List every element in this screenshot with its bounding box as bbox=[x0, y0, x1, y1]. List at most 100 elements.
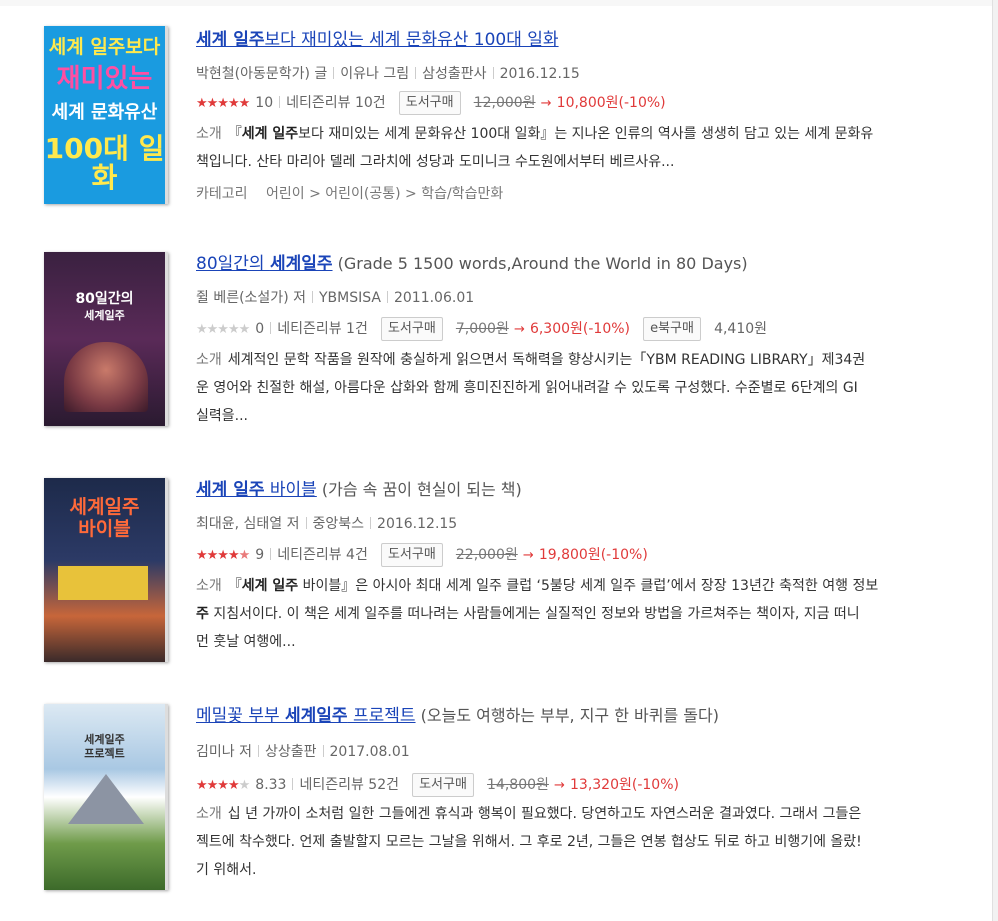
desc-label: 소개 bbox=[196, 806, 222, 822]
title-rest: 메밀꽃 부부 bbox=[196, 706, 286, 726]
publisher[interactable]: 중앙북스 bbox=[313, 516, 365, 532]
desc-label: 소개 bbox=[196, 578, 222, 594]
author[interactable]: 최대윤, 심태열 저 bbox=[196, 516, 300, 532]
book-subtitle: (오늘도 여행하는 부부, 지구 한 바퀴를 돌다) bbox=[420, 706, 719, 725]
buy-ebook-button[interactable]: e북구매 bbox=[643, 316, 701, 341]
cover-text: 80일간의 bbox=[75, 291, 134, 307]
book-meta: 쥘 베른(소설가) 저 YBMSISA 2011.06.01 bbox=[196, 286, 474, 310]
illustrator[interactable]: 이유나 그림 bbox=[340, 66, 409, 82]
desc-text: 기 위해서. bbox=[196, 862, 257, 878]
book-description: 소개 『세계 일주보다 재미있는 세계 문화유산 100대 일화』는 지나온 인류… bbox=[196, 120, 873, 176]
cover-text: 프로젝트 bbox=[84, 747, 125, 760]
review-count[interactable]: 네티즌리뷰 4건 bbox=[277, 547, 368, 563]
title-keyword: 세계 일주 bbox=[196, 30, 265, 50]
book-subtitle: (Grade 5 1500 words,Around the World in … bbox=[337, 254, 748, 273]
sale-price: 6,300원(-10%) bbox=[529, 321, 630, 337]
book-description: 소개 『세계 일주 바이블』은 아시아 최대 세계 일주 클럽 ‘5불당 세계 일… bbox=[196, 572, 878, 656]
sale-price: 10,800원(-10%) bbox=[556, 95, 666, 111]
author[interactable]: 김미나 저 bbox=[196, 744, 252, 760]
cover-text: 바이블 bbox=[78, 518, 131, 540]
buy-book-button[interactable]: 도서구매 bbox=[412, 772, 474, 797]
author[interactable]: 쥘 베른(소설가) 저 bbox=[196, 290, 306, 306]
cover-text: 100대 일화 bbox=[44, 132, 165, 195]
desc-label: 소개 bbox=[196, 126, 222, 142]
title-keyword: 세계일주 bbox=[285, 706, 348, 726]
desc-text: 실력을... bbox=[196, 408, 248, 424]
book-title-link[interactable]: 메밀꽃 부부 세계일주 프로젝트 bbox=[196, 706, 416, 726]
book-cover-image[interactable]: 80일간의 세계일주 bbox=[44, 252, 168, 426]
rating-stars: ★★★★★ bbox=[196, 322, 250, 337]
pub-date: 2016.12.15 bbox=[377, 516, 458, 532]
pub-date: 2011.06.01 bbox=[393, 290, 475, 306]
category-row: 카테고리 어린이 > 어린이(공통) > 학습/학습만화 bbox=[196, 182, 503, 206]
title-rest: 보다 재미있는 세계 문화유산 100대 일화 bbox=[264, 30, 559, 50]
rating-price-row: ★★★★★ 10 네티즌리뷰 10건 도서구매 12,000원 → 10,800원(… bbox=[196, 90, 666, 116]
rating-score: 8.33 bbox=[255, 777, 287, 793]
buy-book-button[interactable]: 도서구매 bbox=[380, 542, 443, 567]
scrollbar-track[interactable] bbox=[992, 0, 998, 921]
book-cover-image[interactable]: 세계일주 바이블 bbox=[44, 478, 168, 662]
desc-text: 십 년 가까이 소처럼 일한 그들에겐 휴식과 행복이 필요했다. 당연하고도 … bbox=[227, 806, 862, 822]
desc-text: 지침서이다. 이 책은 세계 일주를 떠나려는 사람들에게는 실질적인 정보와 … bbox=[208, 606, 860, 622]
book-item: 세계 일주보다 재미있는 세계 문화유산 100대 일화 세계 일주보다 재미있… bbox=[0, 0, 992, 230]
cover-text: 세계 문화유산 bbox=[51, 102, 158, 123]
arrow-icon: → bbox=[540, 96, 552, 111]
review-count[interactable]: 네티즌리뷰 1건 bbox=[277, 321, 368, 337]
book-item: 80일간의 세계일주 80일간의 세계일주 (Grade 5 1500 word… bbox=[0, 248, 992, 478]
desc-text: 운 영어와 친절한 해설, 아름다운 삽화와 함께 흥미진진하게 읽어내려갈 수… bbox=[196, 380, 858, 396]
rating-stars: ★★★★★ bbox=[196, 778, 250, 793]
title-rest: 바이블 bbox=[264, 480, 317, 500]
book-title-link[interactable]: 80일간의 세계일주 bbox=[196, 254, 333, 274]
desc-text: 책입니다. 산타 마리아 델레 그라치에 성당과 도미니크 수도원에서부터 베르… bbox=[196, 154, 675, 170]
publisher[interactable]: YBMSISA bbox=[319, 290, 381, 306]
book-description: 소개 세계적인 문학 작품을 원작에 충실하게 읽으면서 독해력을 향상시키는「Y… bbox=[196, 346, 865, 430]
author[interactable]: 박현철(아동문학가) 글 bbox=[196, 66, 327, 82]
rating-stars: ★★★★★ bbox=[196, 548, 250, 563]
buy-book-button[interactable]: 도서구매 bbox=[398, 90, 461, 115]
desc-keyword: 세계 일주 bbox=[241, 578, 299, 594]
cover-text: 세계 일주보다 bbox=[48, 36, 161, 58]
book-cover-image[interactable]: 세계일주 프로젝트 bbox=[44, 704, 168, 890]
publisher[interactable]: 삼성출판사 bbox=[422, 66, 486, 82]
review-count[interactable]: 네티즌리뷰 10건 bbox=[286, 95, 386, 111]
book-title-link[interactable]: 세계 일주보다 재미있는 세계 문화유산 100대 일화 bbox=[196, 30, 559, 50]
original-price: 14,800원 bbox=[487, 777, 549, 793]
cover-text: 세계일주 bbox=[69, 496, 140, 518]
desc-keyword: 주 bbox=[196, 606, 209, 622]
category-label: 카테고리 bbox=[196, 186, 248, 202]
desc-keyword: 세계 일주 bbox=[241, 126, 299, 142]
book-subtitle: (가슴 속 꿈이 현실이 되는 책) bbox=[321, 480, 522, 499]
book-meta: 김미나 저 상상출판 2017.08.01 bbox=[196, 740, 410, 764]
title-keyword: 세계 일주 bbox=[196, 480, 265, 500]
sale-price: 19,800원(-10%) bbox=[538, 547, 648, 563]
book-meta: 최대윤, 심태열 저 중앙북스 2016.12.15 bbox=[196, 512, 457, 536]
desc-text: 『 bbox=[227, 578, 242, 594]
buy-book-button[interactable]: 도서구매 bbox=[380, 316, 443, 341]
desc-label: 소개 bbox=[196, 352, 222, 368]
book-description: 소개 십 년 가까이 소처럼 일한 그들에겐 휴식과 행복이 필요했다. 당연하고… bbox=[196, 800, 862, 884]
original-price: 22,000원 bbox=[455, 547, 518, 563]
rating-price-row: ★★★★★ 8.33 네티즌리뷰 52건 도서구매 14,800원 → 13,320… bbox=[196, 772, 679, 798]
publisher[interactable]: 상상출판 bbox=[265, 744, 317, 760]
desc-text: 세계적인 문학 작품을 원작에 충실하게 읽으면서 독해력을 향상시키는「YBM… bbox=[227, 352, 866, 368]
rating-score: 0 bbox=[255, 321, 265, 337]
review-count[interactable]: 네티즌리뷰 52건 bbox=[299, 777, 399, 793]
rating-price-row: ★★★★★ 0 네티즌리뷰 1건 도서구매 7,000원 → 6,300원(-10%… bbox=[196, 316, 767, 342]
book-item: 세계일주 프로젝트 메밀꽃 부부 세계일주 프로젝트 (오늘도 여행하는 부부,… bbox=[0, 700, 992, 921]
cover-text: 재미있는 bbox=[56, 64, 153, 94]
book-item: 세계일주 바이블 세계 일주 바이블 (가슴 속 꿈이 현실이 되는 책) 최대… bbox=[0, 474, 992, 704]
pub-date: 2017.08.01 bbox=[329, 744, 410, 760]
book-cover-image[interactable]: 세계 일주보다 재미있는 세계 문화유산 100대 일화 bbox=[44, 26, 168, 204]
original-price: 12,000원 bbox=[473, 95, 536, 111]
desc-text: 보다 재미있는 세계 문화유산 100대 일화』는 지나온 인류의 역사를 생생… bbox=[298, 126, 874, 142]
title-rest: 80일간의 bbox=[196, 254, 270, 274]
rating-score: 9 bbox=[255, 547, 265, 563]
arrow-icon: → bbox=[522, 548, 534, 563]
book-meta: 박현철(아동문학가) 글 이유나 그림 삼성출판사 2016.12.15 bbox=[196, 62, 580, 86]
title-rest: 프로젝트 bbox=[347, 706, 416, 726]
arrow-icon: → bbox=[513, 322, 525, 337]
pub-date: 2016.12.15 bbox=[499, 66, 580, 82]
book-title-link[interactable]: 세계 일주 바이블 bbox=[196, 480, 317, 500]
category-path[interactable]: 어린이 > 어린이(공통) > 학습/학습만화 bbox=[266, 186, 503, 202]
ebook-price: 4,410원 bbox=[714, 321, 768, 337]
